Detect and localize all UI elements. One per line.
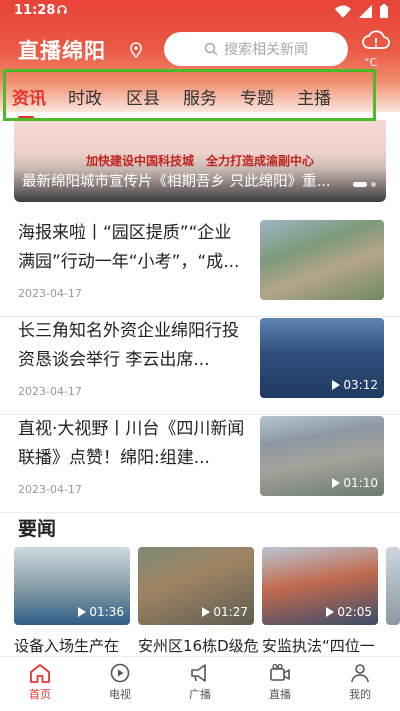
headphones-icon [56,3,68,18]
play-icon [78,607,87,617]
weather-unit: °C [364,56,378,69]
video-duration: 01:10 [332,476,378,490]
video-thumbnail [386,547,400,625]
app-logo: 直播绵阳 [18,35,142,65]
nav-label: 我的 [349,688,371,701]
nav-live[interactable]: 直播 [250,663,310,702]
news-item[interactable]: 海报来啦丨“园区提质”“企业满园”行动一年“小考”，“成... 2023-04-… [0,219,400,317]
play-icon [332,478,341,488]
banner-carousel[interactable]: 加快建设中国科技城 全力打造成渝副中心 最新绵阳城市宣传片《相期吾乡 只此绵阳》… [14,120,386,202]
nav-label: 直播 [269,688,291,701]
live-camera-icon [270,663,290,681]
video-title: 安州区16栋D级危 [138,637,259,655]
battery-icon [380,4,388,18]
banner-title: 最新绵阳城市宣传片《相期吾乡 只此绵阳》重... [22,174,331,190]
tv-play-icon [110,663,130,683]
video-thumbnail: 02:05 [262,547,378,625]
news-title: 长三角知名外资企业绵阳行投资恳谈会举行 李云出席... [18,321,239,370]
home-icon [30,664,50,683]
wifi-icon [335,5,351,18]
news-thumbnail [260,220,384,300]
video-duration: 01:27 [202,605,248,619]
news-item[interactable]: 长三角知名外资企业绵阳行投资恳谈会举行 李云出席... 2023-04-17 0… [0,317,400,415]
logo-text: 直播绵阳 [18,39,106,63]
nav-radio[interactable]: 广播 [170,663,230,702]
status-bar: 11:28 [0,0,400,24]
carousel-dot [371,182,376,187]
search-icon [204,42,218,56]
video-card[interactable]: 01:36 设备入场生产在 [14,547,130,655]
news-title: 海报来啦丨“园区提质”“企业满园”行动一年“小考”，“成... [18,223,240,272]
banner-slogan: 加快建设中国科技城 全力打造成渝副中心 [85,154,314,168]
video-card[interactable]: 01:27 安州区16栋D级危 [138,547,259,655]
video-duration: 03:12 [332,378,378,392]
video-thumbnail: 01:27 [138,547,254,625]
location-pin-icon[interactable] [130,39,142,63]
status-time: 11:28 [14,3,56,18]
status-icons [335,4,388,18]
video-thumbnail: 01:36 [14,547,130,625]
radio-icon [191,664,206,682]
news-date: 2023-04-17 [18,385,82,398]
nav-home[interactable]: 首页 [10,663,70,702]
bottom-nav: 首页 电视 广播 直播 我的 [0,656,400,711]
news-title: 直视·大视野丨川台《四川新闻联播》点赞！绵阳:组建... [18,419,245,468]
nav-tv[interactable]: 电视 [90,663,150,702]
search-input[interactable]: 搜索相关新闻 [164,32,348,66]
play-icon [326,607,335,617]
video-card[interactable]: 记 [386,547,400,625]
weather-widget[interactable]: °C [360,28,392,70]
news-date: 2023-04-17 [18,483,82,496]
profile-icon [351,664,369,683]
search-placeholder: 搜索相关新闻 [224,42,308,58]
nav-label: 电视 [109,688,131,701]
app-screen: 11:28 直播绵阳 搜索相关新闻 °C 资讯 时政 区县 服务 专题 主播 加… [0,0,400,711]
news-thumbnail: 03:12 [260,318,384,398]
nav-label: 广播 [189,688,211,701]
video-duration: 01:36 [78,605,124,619]
video-card[interactable]: 02:05 安监执法“四位一 [262,547,378,655]
tab-bar-highlight-box [3,69,376,121]
video-title: 安监执法“四位一 [262,637,375,655]
video-duration: 02:05 [326,605,372,619]
section-title: 要闻 [18,518,57,540]
carousel-dots [353,182,376,187]
carousel-dot-active [353,182,367,187]
play-icon [202,607,211,617]
news-thumbnail: 01:10 [260,416,384,496]
play-icon [332,380,341,390]
cloud-alert-icon [362,30,390,49]
news-date: 2023-04-17 [18,287,82,300]
nav-profile[interactable]: 我的 [330,663,390,702]
video-title: 设备入场生产在 [14,637,120,655]
signal-icon [359,4,372,18]
nav-label: 首页 [29,688,51,701]
news-item[interactable]: 直视·大视野丨川台《四川新闻联播》点赞！绵阳:组建... 2023-04-17 … [0,415,400,513]
